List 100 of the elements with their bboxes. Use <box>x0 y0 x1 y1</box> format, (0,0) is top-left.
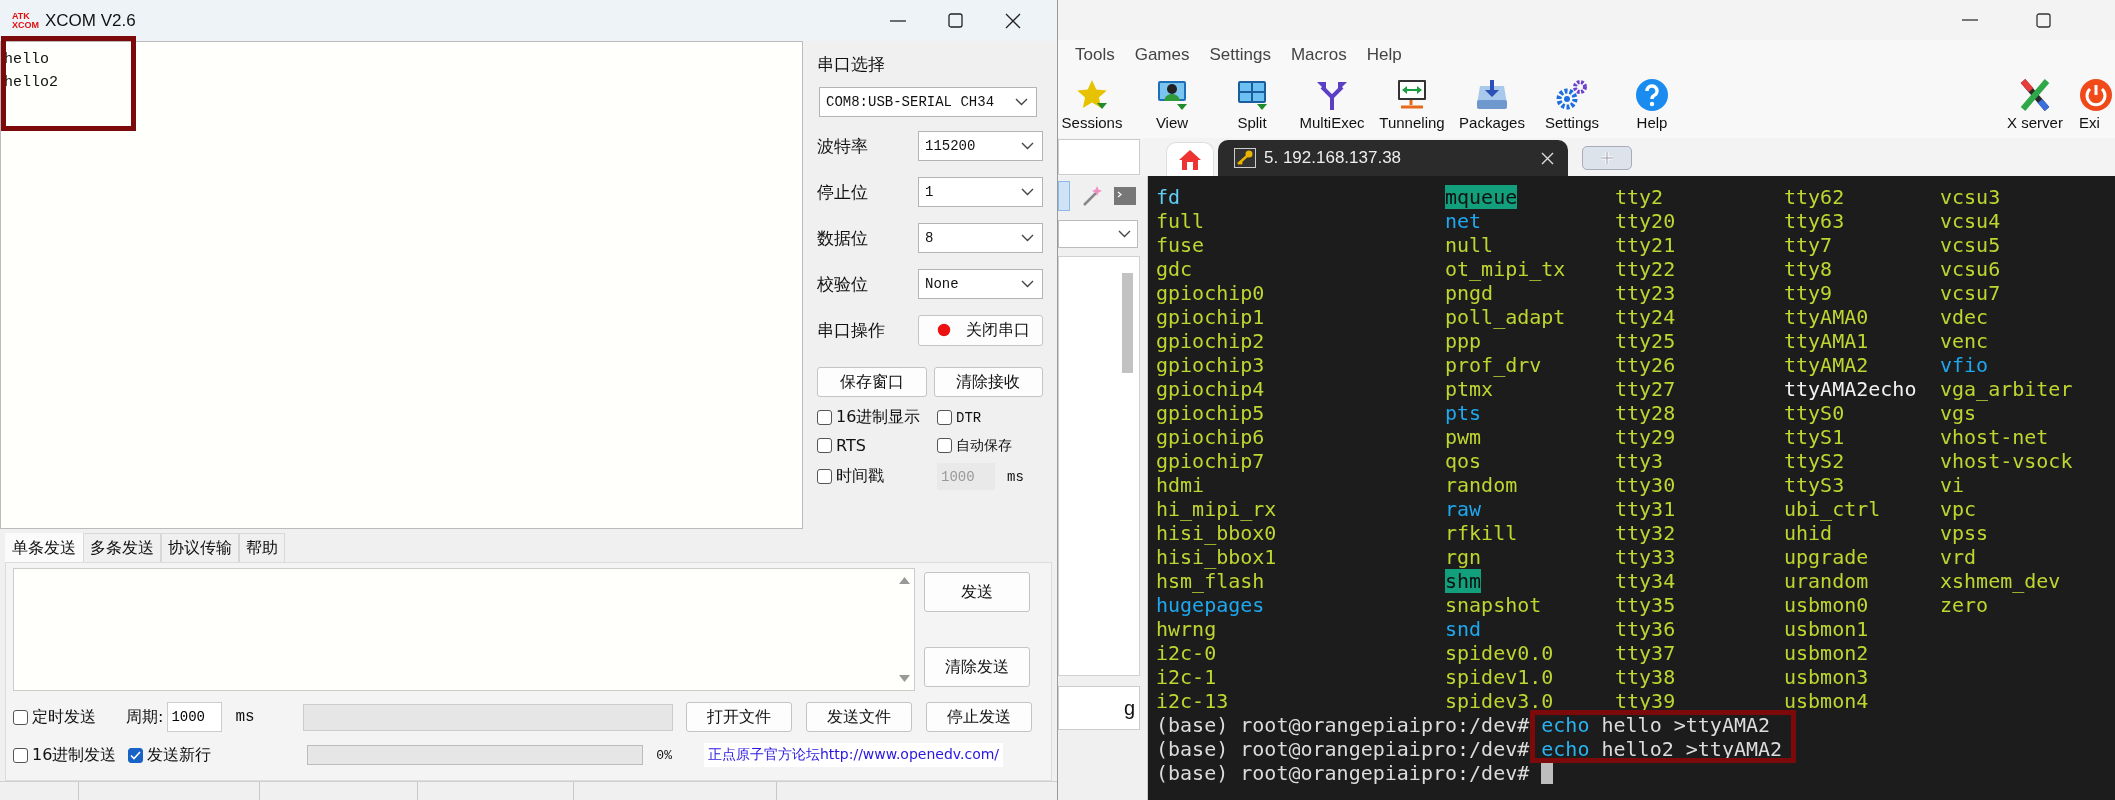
file-name: tty39 <box>1615 689 1676 713</box>
toolbar-button[interactable]: Split <box>1212 70 1292 138</box>
forum-link[interactable]: 正点原子官方论坛http://www.openedv.com/ <box>703 743 1004 767</box>
maximize-icon[interactable] <box>948 13 963 28</box>
toolbar-button[interactable]: Exi <box>2075 70 2115 138</box>
file-name: tty24 <box>1615 305 1676 329</box>
file-name: i2c-13 <box>1156 689 1229 713</box>
scroll-up-icon[interactable] <box>899 577 910 584</box>
menu-item[interactable]: Help <box>1366 45 1402 65</box>
home-tab[interactable] <box>1166 142 1214 176</box>
terminal-icon[interactable] <box>1114 187 1136 205</box>
terminal[interactable] <box>1148 176 2115 800</box>
toolbar-button[interactable]: View <box>1132 70 1212 138</box>
logo-text: XCOM <box>12 20 39 30</box>
checkbox[interactable] <box>128 747 144 763</box>
checkbox[interactable] <box>13 747 28 763</box>
setting-label: 数据位 <box>817 226 868 250</box>
menu-item[interactable]: Games <box>1134 45 1190 65</box>
checkbox[interactable] <box>817 438 832 453</box>
checkbox[interactable] <box>817 410 832 425</box>
toolbar-button[interactable]: Help <box>1612 70 1692 138</box>
checkbox[interactable] <box>817 469 832 484</box>
file-name: null <box>1445 233 1494 257</box>
menu-item[interactable]: Settings <box>1209 45 1271 65</box>
checkbox[interactable] <box>937 438 952 453</box>
file-name: ttyS3 <box>1784 473 1845 497</box>
toolbar-button[interactable]: Settings <box>1532 70 1612 138</box>
send-field[interactable] <box>13 568 915 691</box>
file-name: qos <box>1445 449 1482 473</box>
scroll-down-icon[interactable] <box>899 675 910 682</box>
maximize-icon[interactable] <box>2036 12 2051 28</box>
file-name: gpiochip0 <box>1156 281 1265 305</box>
file-name: full <box>1156 209 1205 233</box>
send-button[interactable]: 发送 <box>924 572 1030 612</box>
setting-dropdown[interactable]: None <box>918 269 1043 299</box>
file-name: tty28 <box>1615 401 1676 425</box>
checkbox[interactable] <box>13 709 28 725</box>
file-name: tty2 <box>1615 185 1664 209</box>
file-name: hugepages <box>1156 593 1265 617</box>
session-tab[interactable]: 5. 192.168.137.38 <box>1218 140 1568 176</box>
file-name: tty9 <box>1784 281 1833 305</box>
toolbar-button[interactable]: Packages <box>1452 70 1532 138</box>
setting-dropdown[interactable]: 115200 <box>918 131 1043 161</box>
file-button[interactable]: 停止发送 <box>925 702 1032 732</box>
magic-wand-icon[interactable] <box>1082 185 1102 207</box>
close-port-button[interactable]: 关闭串口 <box>918 314 1043 346</box>
close-icon[interactable] <box>1005 12 1021 29</box>
checkbox-label: RTS <box>836 436 866 455</box>
file-name: tty21 <box>1615 233 1676 257</box>
toolbar-button[interactable]: Tunneling <box>1372 70 1452 138</box>
file-name: hdmi <box>1156 473 1205 497</box>
send-button[interactable]: 清除发送 <box>924 647 1030 687</box>
tab[interactable]: 协议传输 <box>161 533 239 562</box>
file-name: tty31 <box>1615 497 1676 521</box>
toolbar-button[interactable]: Sessions <box>1058 70 1132 138</box>
checkbox-label: 定时发送 <box>32 706 96 728</box>
file-name: gpiochip4 <box>1156 377 1265 401</box>
scrollbar-thumb[interactable] <box>1122 273 1133 373</box>
sidebar-button[interactable]: g <box>1058 686 1140 730</box>
prompt-text: (base) root@orangepiaipro:/dev# <box>1156 713 1530 737</box>
file-button[interactable]: 打开文件 <box>685 702 792 732</box>
tab[interactable]: 单条发送 <box>5 533 83 562</box>
file-name: tty38 <box>1615 665 1676 689</box>
file-name: tty7 <box>1784 233 1833 257</box>
unit-label: ms <box>1007 468 1024 485</box>
checkbox[interactable] <box>937 410 952 425</box>
plus-icon <box>1600 151 1614 165</box>
file-name: gpiochip6 <box>1156 425 1265 449</box>
file-name: tty30 <box>1615 473 1676 497</box>
panel-button[interactable]: 保存窗口 <box>817 367 927 397</box>
file-name: upgrade <box>1784 545 1869 569</box>
file-name: tty34 <box>1615 569 1676 593</box>
tab[interactable]: 帮助 <box>239 533 285 562</box>
help-icon <box>1635 77 1669 112</box>
file-name: ttyAMA2echo <box>1784 377 1917 401</box>
prompt-text: (base) root@orangepiaipro:/dev# <box>1156 737 1530 761</box>
period-field[interactable]: 1000 <box>167 702 223 732</box>
file-name: gpiochip1 <box>1156 305 1265 329</box>
key-icon <box>1234 148 1256 168</box>
toolbar-button[interactable]: X server <box>1995 70 2075 138</box>
house-icon <box>1178 148 1202 171</box>
setting-dropdown[interactable]: 1 <box>918 177 1043 207</box>
search-field[interactable] <box>1058 139 1140 175</box>
file-name: ttyAMA1 <box>1784 329 1869 353</box>
file-name: urandom <box>1784 569 1869 593</box>
file-name: vcsu7 <box>1940 281 2001 305</box>
tab[interactable]: 多条发送 <box>83 533 161 562</box>
panel-button[interactable]: 清除接收 <box>933 367 1043 397</box>
file-name: snd <box>1445 617 1482 641</box>
setting-dropdown[interactable]: 8 <box>918 223 1043 253</box>
minimize-icon[interactable] <box>890 19 906 22</box>
unit-label: ms <box>235 708 255 726</box>
file-name: usbmon3 <box>1784 665 1869 689</box>
menu-item[interactable]: Tools <box>1075 45 1115 65</box>
menu-item[interactable]: Macros <box>1290 45 1347 65</box>
file-button[interactable]: 发送文件 <box>805 702 912 732</box>
toolbar-button[interactable]: MultiExec <box>1292 70 1372 138</box>
chevron-down-icon <box>1021 280 1034 288</box>
file-name: i2c-1 <box>1156 665 1217 689</box>
port-dropdown[interactable]: COM8:USB-SERIAL CH34 <box>819 87 1037 117</box>
